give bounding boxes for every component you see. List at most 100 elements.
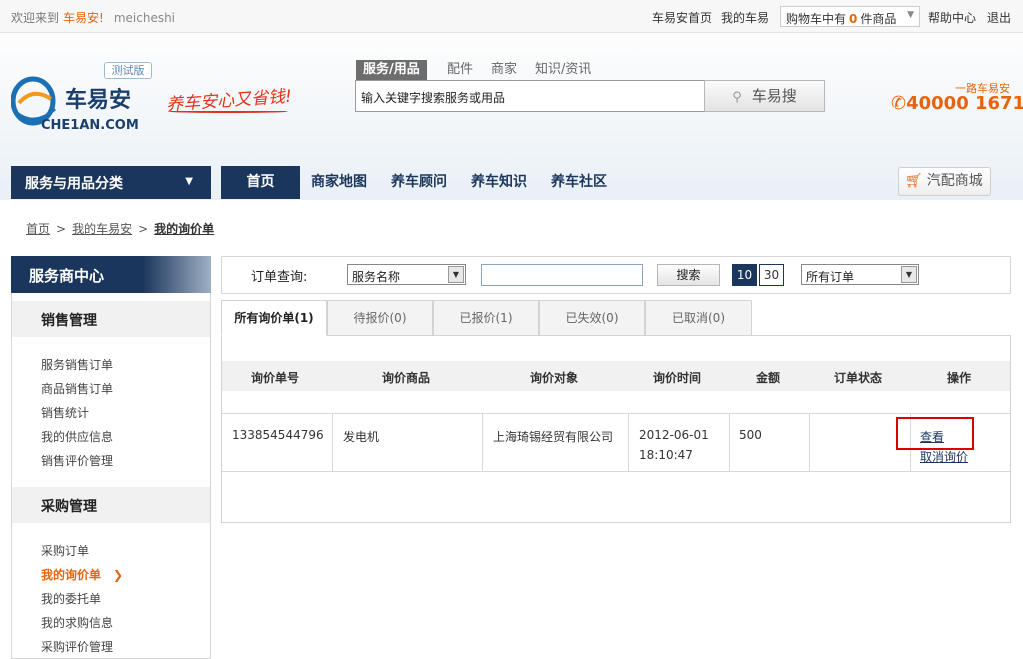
tab-pending-quote[interactable]: 待报价(0) bbox=[327, 300, 433, 336]
nav-car-knowledge[interactable]: 养车知识 bbox=[471, 166, 527, 199]
help-link[interactable]: 帮助中心 bbox=[928, 9, 976, 26]
cell-product: 发电机 bbox=[343, 430, 380, 444]
parts-mall-label: 汽配商城 bbox=[926, 173, 983, 189]
nav-merchant-map[interactable]: 商家地图 bbox=[311, 166, 367, 199]
table-row bbox=[222, 413, 1010, 472]
chevron-down-icon: ▼ bbox=[901, 266, 917, 283]
search-tab-knowledge[interactable]: 知识/资讯 bbox=[535, 60, 591, 80]
nav-home[interactable]: 首页 bbox=[221, 166, 300, 199]
category-menu[interactable]: 服务与用品分类 ▼ bbox=[11, 166, 211, 199]
breadcrumb-separator: > bbox=[56, 222, 67, 236]
nav-car-advisor[interactable]: 养车顾问 bbox=[391, 166, 447, 199]
top-bar: 欢迎来到 车易安! meicheshi 车易安首页 我的车易 购物车中有 0 件商品 ▼… bbox=[0, 0, 1023, 33]
column-divider bbox=[628, 413, 629, 472]
cell-time: 18:10:47 bbox=[639, 448, 693, 462]
tab-quoted[interactable]: 已报价(1) bbox=[433, 300, 539, 336]
search-tab-services[interactable]: 服务/用品 bbox=[356, 60, 427, 80]
chevron-down-icon: ▼ bbox=[907, 10, 914, 20]
cell-date: 2012-06-01 bbox=[639, 428, 709, 442]
query-input[interactable] bbox=[481, 264, 643, 286]
logo-en-text: CHE1AN.COM bbox=[41, 118, 139, 133]
column-divider bbox=[809, 413, 810, 472]
order-status-select[interactable]: 所有订单 ▼ bbox=[801, 264, 919, 285]
search-tab-parts[interactable]: 配件 bbox=[447, 60, 473, 80]
cart-suffix: 件商品 bbox=[860, 12, 897, 26]
query-field-select[interactable]: 服务名称 ▼ bbox=[347, 264, 466, 285]
order-query-label: 订单查询: bbox=[251, 270, 308, 285]
breadcrumb-current[interactable]: 我的询价单 bbox=[154, 222, 214, 236]
welcome-text: 欢迎来到 车易安! meicheshi bbox=[11, 9, 175, 26]
slogan-underline bbox=[168, 110, 288, 113]
breadcrumb-home[interactable]: 首页 bbox=[26, 222, 50, 236]
sidebar-item-purchase-requests[interactable]: 我的求购信息 bbox=[41, 614, 113, 631]
chevron-down-icon: ▼ bbox=[448, 266, 464, 283]
inquiry-tabs: 所有询价单(1) 待报价(0) 已报价(1) 已失效(0) 已取消(0) bbox=[221, 300, 1011, 336]
hotline-value: 40000 16712 bbox=[906, 93, 1023, 114]
username[interactable]: meicheshi bbox=[114, 11, 175, 25]
column-product: 询价商品 bbox=[382, 371, 431, 385]
column-amount: 金额 bbox=[756, 371, 781, 385]
site-logo[interactable]: 车易安 CHE1AN.COM bbox=[11, 73, 161, 133]
logo-text: 车易安 bbox=[65, 87, 131, 113]
tab-cancelled[interactable]: 已取消(0) bbox=[645, 300, 752, 336]
order-status-value: 所有订单 bbox=[806, 270, 855, 284]
column-time: 询价时间 bbox=[653, 371, 702, 385]
cart-prefix: 购物车中有 bbox=[786, 12, 847, 26]
cell-inquiry-id: 133854544796 bbox=[232, 428, 324, 442]
brand-link[interactable]: 车易安! bbox=[63, 11, 104, 25]
search-icon: ⚲ bbox=[732, 90, 742, 105]
parts-mall-button[interactable]: 🛒︎ 汽配商城 bbox=[898, 167, 991, 196]
table-header bbox=[222, 361, 1010, 391]
column-divider bbox=[729, 413, 730, 472]
column-divider bbox=[482, 413, 483, 472]
beta-badge: 测试版 bbox=[104, 62, 152, 79]
search-input[interactable]: 输入关键字搜索服务或用品 bbox=[355, 80, 705, 112]
page-size-10[interactable]: 10 bbox=[732, 264, 757, 286]
sidebar-item-my-inquiries-label: 我的询价单 bbox=[41, 568, 102, 582]
sidebar-item-purchase-orders[interactable]: 采购订单 bbox=[41, 542, 89, 559]
welcome-label: 欢迎来到 bbox=[11, 11, 60, 25]
nav-community[interactable]: 养车社区 bbox=[551, 166, 607, 199]
tab-all-inquiries[interactable]: 所有询价单(1) bbox=[221, 300, 327, 336]
cancel-inquiry-link[interactable]: 取消询价 bbox=[920, 448, 968, 465]
sidebar-item-sales-reviews[interactable]: 销售评价管理 bbox=[41, 452, 113, 469]
sidebar-item-purchase-reviews[interactable]: 采购评价管理 bbox=[41, 638, 113, 655]
my-cheyi-link[interactable]: 我的车易 bbox=[721, 9, 769, 26]
category-menu-label: 服务与用品分类 bbox=[25, 176, 123, 192]
logout-link[interactable]: 退出 bbox=[987, 9, 1011, 26]
breadcrumb-my-account[interactable]: 我的车易安 bbox=[72, 222, 132, 236]
sidebar-item-service-sales-orders[interactable]: 服务销售订单 bbox=[41, 356, 113, 373]
query-field-value: 服务名称 bbox=[352, 270, 401, 284]
breadcrumb: 首页 > 我的车易安 > 我的询价单 bbox=[26, 220, 214, 237]
chevron-down-icon: ▼ bbox=[185, 176, 193, 187]
sidebar-item-my-inquiries[interactable]: 我的询价单 ❯ bbox=[41, 566, 123, 583]
highlight-box bbox=[896, 417, 974, 450]
home-link[interactable]: 车易安首页 bbox=[652, 9, 712, 26]
sidebar-title: 服务商中心 bbox=[11, 256, 211, 293]
cart-count: 0 bbox=[849, 12, 858, 26]
cell-target: 上海琦锡经贸有限公司 bbox=[493, 430, 614, 444]
search-button-label: 车易搜 bbox=[751, 87, 797, 105]
column-divider bbox=[332, 413, 333, 472]
sidebar-item-supply-info[interactable]: 我的供应信息 bbox=[41, 428, 113, 445]
query-search-button[interactable]: 搜索 bbox=[657, 264, 720, 286]
chevron-right-icon: ❯ bbox=[113, 568, 124, 582]
sidebar-section-purchasing: 采购管理 bbox=[12, 487, 210, 523]
tab-expired[interactable]: 已失效(0) bbox=[539, 300, 645, 336]
column-inquiry-id: 询价单号 bbox=[251, 371, 300, 385]
sidebar-item-my-commissions[interactable]: 我的委托单 bbox=[41, 590, 101, 607]
sidebar-section-sales: 销售管理 bbox=[12, 301, 210, 337]
phone-icon: ✆ bbox=[891, 93, 907, 114]
cart-dropdown[interactable]: 购物车中有 0 件商品 ▼ bbox=[780, 6, 920, 27]
sidebar-item-product-sales-orders[interactable]: 商品销售订单 bbox=[41, 380, 113, 397]
page-size-30[interactable]: 30 bbox=[759, 264, 784, 286]
column-status: 订单状态 bbox=[834, 371, 883, 385]
sidebar-item-sales-stats[interactable]: 销售统计 bbox=[41, 404, 89, 421]
column-target: 询价对象 bbox=[530, 371, 579, 385]
hotline-number: ✆40000 16712 bbox=[891, 93, 1023, 114]
cell-amount: 500 bbox=[739, 428, 762, 442]
search-tab-merchants[interactable]: 商家 bbox=[491, 60, 517, 80]
search-button[interactable]: ⚲ 车易搜 bbox=[704, 80, 825, 112]
cart-icon: 🛒︎ bbox=[905, 173, 923, 189]
breadcrumb-separator: > bbox=[138, 222, 149, 236]
